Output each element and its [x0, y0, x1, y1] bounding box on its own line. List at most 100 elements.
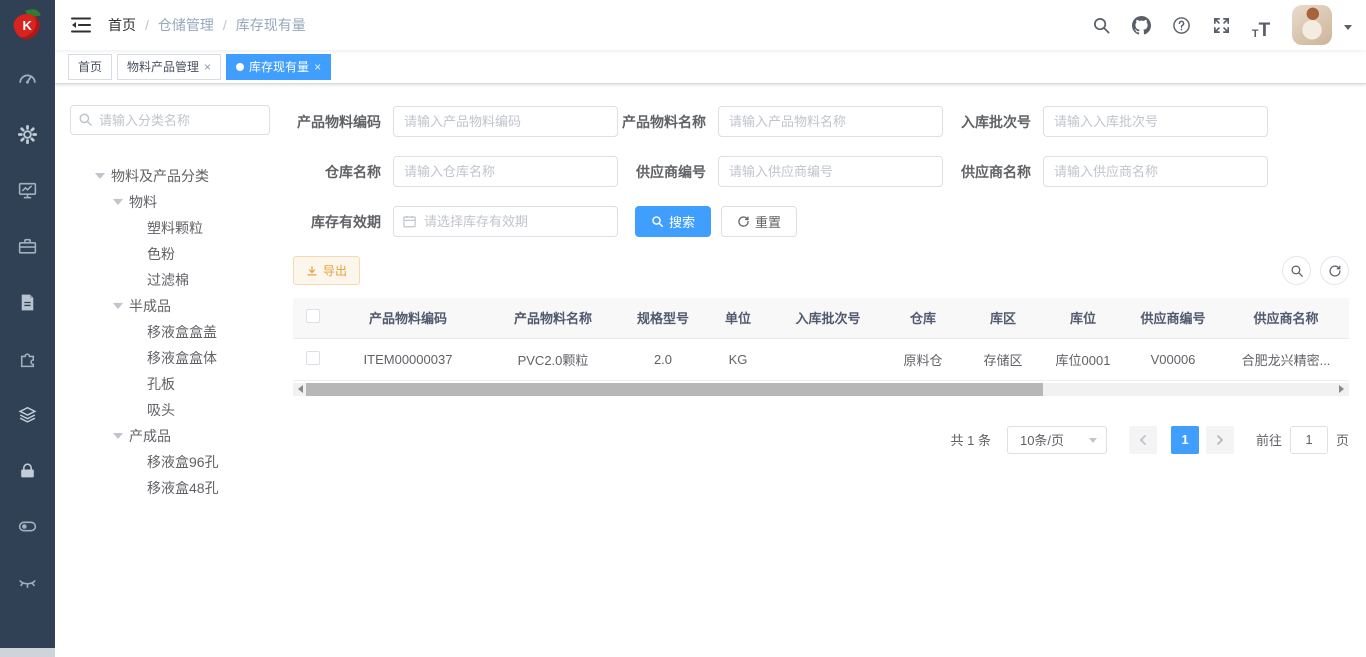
tree-node-semi-finished[interactable]: 半成品	[70, 293, 275, 319]
monitor-chart-icon	[17, 180, 38, 201]
tree-node-root[interactable]: 物料及产品分类	[70, 163, 275, 189]
puzzle-icon	[17, 348, 38, 369]
search-button[interactable]: 搜索	[635, 206, 711, 237]
tree-node-tip[interactable]: 吸头	[70, 397, 275, 423]
tree-node-finished[interactable]: 产成品	[70, 423, 275, 449]
breadcrumb-warehouse: 仓储管理	[158, 15, 214, 35]
row-checkbox[interactable]	[306, 351, 320, 365]
chevron-left-icon	[1137, 434, 1149, 446]
font-size-button[interactable]: TT	[1246, 10, 1276, 40]
prev-page-button[interactable]	[1129, 426, 1157, 454]
sidebar-item-document[interactable]	[0, 274, 55, 330]
field-supplier-name: 供应商名称	[943, 156, 1268, 187]
caret-down-icon[interactable]	[95, 173, 105, 184]
caret-down-icon[interactable]	[113, 433, 123, 444]
document-icon	[17, 292, 38, 313]
table-horizontal-scrollbar[interactable]	[293, 383, 1349, 396]
category-search	[70, 105, 270, 135]
tree-node-box-lid[interactable]: 移液盒盒盖	[70, 319, 275, 345]
category-tree: 物料及产品分类 物料 塑料颗粒 色粉 过滤棉 半成品 移液盒盒盖 移液盒盒体 孔…	[70, 163, 275, 501]
col-warehouse: 仓库	[883, 298, 963, 338]
page-number-1[interactable]: 1	[1171, 426, 1199, 454]
breadcrumb-home[interactable]: 首页	[108, 15, 136, 35]
caret-down-icon[interactable]	[113, 199, 123, 210]
export-button[interactable]: 导出	[293, 256, 360, 285]
tree-node-hole-plate[interactable]: 孔板	[70, 371, 275, 397]
tree-node-box-body[interactable]: 移液盒盒体	[70, 345, 275, 371]
sidebar-item-tools[interactable]	[0, 218, 55, 274]
scroll-left-arrow-icon[interactable]	[293, 383, 306, 396]
next-page-button[interactable]	[1206, 426, 1234, 454]
col-batch-no: 入库批次号	[773, 298, 883, 338]
pagination: 共 1 条 10条/页 1 前往 页	[293, 426, 1349, 454]
breadcrumb: 首页 / 仓储管理 / 库存现有量	[108, 15, 306, 35]
table-toolbar: 导出	[293, 256, 1349, 285]
chevron-down-icon	[1089, 438, 1097, 447]
tree-node-box-48[interactable]: 移液盒48孔	[70, 475, 275, 501]
help-button[interactable]	[1166, 10, 1196, 40]
fullscreen-button[interactable]	[1206, 10, 1236, 40]
toggle-search-button[interactable]	[1282, 256, 1311, 285]
calendar-icon	[402, 214, 417, 229]
page-jump-input[interactable]	[1290, 426, 1328, 454]
form-buttons: 搜索 重置	[635, 206, 797, 237]
search-icon	[78, 112, 93, 127]
page-size-select[interactable]: 10条/页	[1007, 426, 1107, 454]
col-zone: 库区	[963, 298, 1043, 338]
sidebar-item-materials[interactable]	[0, 386, 55, 442]
col-supplier-name: 供应商名称	[1223, 298, 1349, 338]
field-item-name: 产品物料名称	[618, 106, 943, 137]
item-name-input[interactable]	[718, 106, 943, 137]
refresh-icon	[1328, 264, 1342, 278]
page-jumper: 前往 页	[1256, 426, 1349, 454]
tree-node-pigment[interactable]: 色粉	[70, 241, 275, 267]
sidebar-item-toggle[interactable]	[0, 498, 55, 554]
reset-button[interactable]: 重置	[721, 206, 797, 237]
sidebar-scrollbar[interactable]	[0, 648, 55, 657]
sidebar-menu	[0, 50, 55, 610]
question-circle-icon	[1172, 16, 1191, 35]
sidebar-item-monitor[interactable]	[0, 162, 55, 218]
tags-view-bar: 首页 物料产品管理 × 库存现有量 ×	[55, 50, 1366, 84]
user-menu-caret-icon[interactable]	[1344, 25, 1352, 34]
close-tab-icon[interactable]: ×	[314, 60, 321, 74]
breadcrumb-separator: /	[145, 17, 149, 33]
supplier-name-input[interactable]	[1043, 156, 1268, 187]
batch-no-input[interactable]	[1043, 106, 1268, 137]
app-logo[interactable]: K	[0, 0, 55, 50]
category-search-input[interactable]	[70, 105, 270, 135]
scrollbar-thumb[interactable]	[306, 383, 1043, 396]
tree-node-plastic-pellet[interactable]: 塑料颗粒	[70, 215, 275, 241]
user-avatar[interactable]	[1292, 5, 1332, 45]
sidebar-item-plugins[interactable]	[0, 330, 55, 386]
collapse-sidebar-button[interactable]	[70, 14, 92, 36]
table-row[interactable]: ITEM00000037 PVC2.0颗粒 2.0 KG 原料仓 存储区 库位0…	[293, 338, 1349, 380]
sidebar-item-system[interactable]	[0, 106, 55, 162]
layers-icon	[17, 404, 38, 425]
refresh-table-button[interactable]	[1320, 256, 1349, 285]
search-icon	[651, 215, 664, 228]
search-icon	[1290, 264, 1304, 278]
github-link-button[interactable]	[1126, 10, 1156, 40]
sidebar-item-security[interactable]	[0, 442, 55, 498]
table-header-row: 产品物料编码 产品物料名称 规格型号 单位 入库批次号 仓库 库区 库位 供应商…	[293, 298, 1349, 338]
item-code-input[interactable]	[393, 106, 618, 137]
tree-node-filter-cotton[interactable]: 过滤棉	[70, 267, 275, 293]
tab-home[interactable]: 首页	[68, 54, 112, 80]
sidebar-item-dashboard[interactable]	[0, 50, 55, 106]
tab-inventory-onhand[interactable]: 库存现有量 ×	[226, 54, 331, 80]
tree-node-box-96[interactable]: 移液盒96孔	[70, 449, 275, 475]
sidebar-item-hidden[interactable]	[0, 554, 55, 610]
tab-material-management[interactable]: 物料产品管理 ×	[117, 54, 221, 80]
col-unit: 单位	[703, 298, 773, 338]
supplier-code-input[interactable]	[718, 156, 943, 187]
scroll-right-arrow-icon[interactable]	[1336, 383, 1349, 396]
caret-down-icon[interactable]	[113, 303, 123, 314]
lock-icon	[17, 460, 38, 481]
select-all-checkbox[interactable]	[306, 309, 320, 323]
tree-node-material[interactable]: 物料	[70, 189, 275, 215]
close-tab-icon[interactable]: ×	[204, 60, 211, 74]
expiry-date-input[interactable]	[393, 206, 618, 237]
warehouse-name-input[interactable]	[393, 156, 618, 187]
header-search-button[interactable]	[1086, 10, 1116, 40]
